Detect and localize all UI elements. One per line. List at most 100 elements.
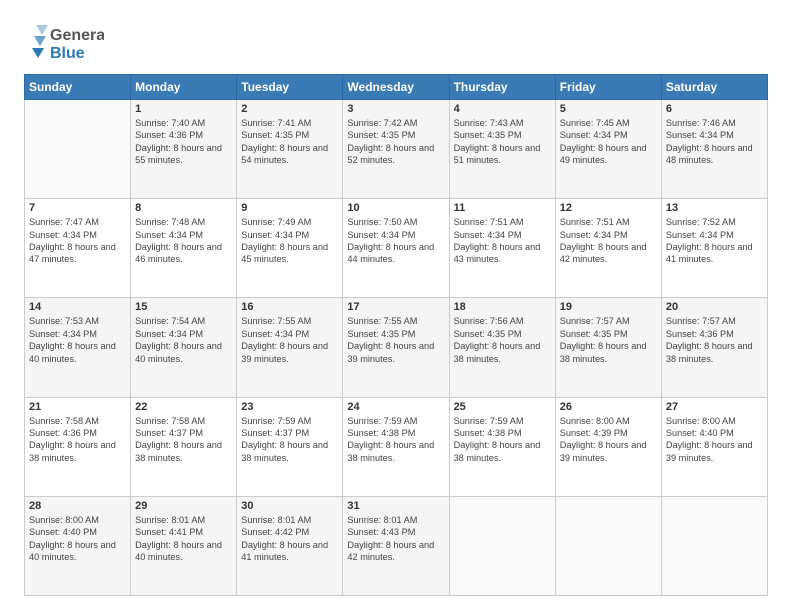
cell-sunset: Sunset: 4:35 PM (560, 329, 628, 339)
calendar-cell: 10 Sunrise: 7:50 AM Sunset: 4:34 PM Dayligh… (343, 199, 449, 298)
cell-sunrise: Sunrise: 7:50 AM (347, 217, 417, 227)
cell-daylight: Daylight: 8 hours and 38 minutes. (135, 440, 222, 462)
day-number: 29 (135, 500, 232, 512)
calendar-cell: 9Sunrise: 7:49 AMSunset: 4:34 PMDaylight… (237, 199, 343, 298)
calendar-header: SundayMondayTuesdayWednesdayThursdayFrid… (25, 75, 768, 100)
cell-daylight: Daylight: 8 hours and 40 minutes. (135, 341, 222, 363)
calendar-cell: 13Sunrise: 7:52 AMSunset: 4:34 PMDayligh… (661, 199, 767, 298)
day-number: 19 (560, 301, 657, 313)
cell-sunset: Sunset: 4:34 PM (241, 230, 309, 240)
day-number: 5 (560, 103, 657, 115)
cell-sunset: Sunset: 4:38 PM (454, 428, 522, 438)
calendar-cell: 20Sunrise: 7:57 AMSunset: 4:36 PMDayligh… (661, 298, 767, 397)
cell-daylight: Daylight: 8 hours and 48 minutes. (666, 143, 753, 165)
calendar-cell: 22Sunrise: 7:58 AMSunset: 4:37 PMDayligh… (131, 397, 237, 496)
cell-daylight: Daylight: 8 hours and 46 minutes. (135, 242, 222, 264)
cell-sunset: Sunset: 4:34 PM (135, 329, 203, 339)
cell-sunrise: Sunrise: 7:58 AM (135, 416, 205, 426)
cell-daylight: Daylight: 8 hours and 45 minutes. (241, 242, 328, 264)
header: GeneralBlue (24, 20, 768, 64)
calendar-cell (25, 100, 131, 199)
cell-sunrise: Sunrise: 8:01 AM (241, 515, 311, 525)
calendar-cell: 1Sunrise: 7:40 AMSunset: 4:36 PMDaylight… (131, 100, 237, 199)
logo-svg: GeneralBlue (24, 20, 104, 64)
cell-sunset: Sunset: 4:34 PM (454, 230, 522, 240)
cell-daylight: Daylight: 8 hours and 44 minutes. (347, 242, 434, 264)
cell-sunset: Sunset: 4:34 PM (560, 130, 628, 140)
cell-daylight: Daylight: 8 hours and 42 minutes. (347, 540, 434, 562)
day-number: 2 (241, 103, 338, 115)
calendar-cell: 23Sunrise: 7:59 AMSunset: 4:37 PMDayligh… (237, 397, 343, 496)
cell-sunrise: Sunrise: 8:00 AM (666, 416, 736, 426)
cell-sunset: Sunset: 4:35 PM (347, 329, 415, 339)
calendar-week-2: 7Sunrise: 7:47 AMSunset: 4:34 PMDaylight… (25, 199, 768, 298)
cell-daylight: Daylight: 8 hours and 39 minutes. (560, 440, 647, 462)
cell-sunrise: Sunrise: 8:00 AM (29, 515, 99, 525)
day-number: 1 (135, 103, 232, 115)
cell-sunrise: Sunrise: 7:58 AM (29, 416, 99, 426)
calendar-cell: 12Sunrise: 7:51 AMSunset: 4:34 PMDayligh… (555, 199, 661, 298)
day-number: 11 (454, 202, 551, 214)
cell-daylight: Daylight: 8 hours and 43 minutes. (454, 242, 541, 264)
day-number: 10 (347, 202, 444, 214)
calendar-cell: 14Sunrise: 7:53 AMSunset: 4:34 PMDayligh… (25, 298, 131, 397)
cell-sunset: Sunset: 4:40 PM (29, 527, 97, 537)
day-number: 25 (454, 401, 551, 413)
cell-sunrise: Sunrise: 8:01 AM (135, 515, 205, 525)
cell-daylight: Daylight: 8 hours and 38 minutes. (29, 440, 116, 462)
cell-sunrise: Sunrise: 7:56 AM (454, 316, 524, 326)
cell-daylight: Daylight: 8 hours and 38 minutes. (454, 440, 541, 462)
day-header-wednesday: Wednesday (343, 75, 449, 100)
day-number: 31 (347, 500, 444, 512)
calendar-cell: 17Sunrise: 7:55 AMSunset: 4:35 PMDayligh… (343, 298, 449, 397)
svg-text:General: General (50, 27, 104, 44)
calendar-cell: 3Sunrise: 7:42 AMSunset: 4:35 PMDaylight… (343, 100, 449, 199)
day-number: 3 (347, 103, 444, 115)
cell-daylight: Daylight: 8 hours and 38 minutes. (347, 440, 434, 462)
day-header-saturday: Saturday (661, 75, 767, 100)
cell-sunrise: Sunrise: 7:55 AM (347, 316, 417, 326)
cell-sunset: Sunset: 4:41 PM (135, 527, 203, 537)
day-number: 27 (666, 401, 763, 413)
cell-sunrise: Sunrise: 7:49 AM (241, 217, 311, 227)
cell-sunset: Sunset: 4:43 PM (347, 527, 415, 537)
cell-sunset: Sunset: 4:36 PM (666, 329, 734, 339)
calendar-week-4: 21Sunrise: 7:58 AMSunset: 4:36 PMDayligh… (25, 397, 768, 496)
cell-sunrise: Sunrise: 7:57 AM (666, 316, 736, 326)
svg-text:Blue: Blue (50, 45, 85, 62)
calendar-cell: 28Sunrise: 8:00 AMSunset: 4:40 PMDayligh… (25, 496, 131, 595)
day-number: 12 (560, 202, 657, 214)
cell-sunset: Sunset: 4:38 PM (347, 428, 415, 438)
calendar-cell: 11Sunrise: 7:51 AMSunset: 4:34 PMDayligh… (449, 199, 555, 298)
cell-daylight: Daylight: 8 hours and 49 minutes. (560, 143, 647, 165)
cell-daylight: Daylight: 8 hours and 55 minutes. (135, 143, 222, 165)
calendar-cell: 6Sunrise: 7:46 AMSunset: 4:34 PMDaylight… (661, 100, 767, 199)
cell-daylight: Daylight: 8 hours and 42 minutes. (560, 242, 647, 264)
day-number: 8 (135, 202, 232, 214)
calendar-cell: 4Sunrise: 7:43 AMSunset: 4:35 PMDaylight… (449, 100, 555, 199)
cell-sunset: Sunset: 4:35 PM (454, 329, 522, 339)
cell-daylight: Daylight: 8 hours and 38 minutes. (454, 341, 541, 363)
cell-sunset: Sunset: 4:36 PM (135, 130, 203, 140)
cell-sunrise: Sunrise: 7:53 AM (29, 316, 99, 326)
cell-sunset: Sunset: 4:34 PM (347, 230, 415, 240)
cell-sunrise: Sunrise: 7:59 AM (241, 416, 311, 426)
cell-daylight: Daylight: 8 hours and 38 minutes. (241, 440, 328, 462)
cell-sunset: Sunset: 4:37 PM (135, 428, 203, 438)
calendar-week-5: 28 Sunrise: 8:00 AM Sunset: 4:40 PM Dayligh… (25, 496, 768, 595)
calendar-cell (449, 496, 555, 595)
day-number: 28 (29, 500, 126, 512)
cell-sunset: Sunset: 4:35 PM (241, 130, 309, 140)
day-header-tuesday: Tuesday (237, 75, 343, 100)
cell-sunset: Sunset: 4:36 PM (29, 428, 97, 438)
day-number: 16 (241, 301, 338, 313)
calendar-table: SundayMondayTuesdayWednesdayThursdayFrid… (24, 74, 768, 596)
cell-sunset: Sunset: 4:34 PM (29, 230, 97, 240)
calendar-cell: 31Sunrise: 8:01 AMSunset: 4:43 PMDayligh… (343, 496, 449, 595)
day-number: 23 (241, 401, 338, 413)
calendar-cell: 24Sunrise: 7:59 AMSunset: 4:38 PMDayligh… (343, 397, 449, 496)
day-number: 18 (454, 301, 551, 313)
cell-sunrise: Sunrise: 8:00 AM (560, 416, 630, 426)
day-header-monday: Monday (131, 75, 237, 100)
cell-daylight: Daylight: 8 hours and 47 minutes. (29, 242, 116, 264)
